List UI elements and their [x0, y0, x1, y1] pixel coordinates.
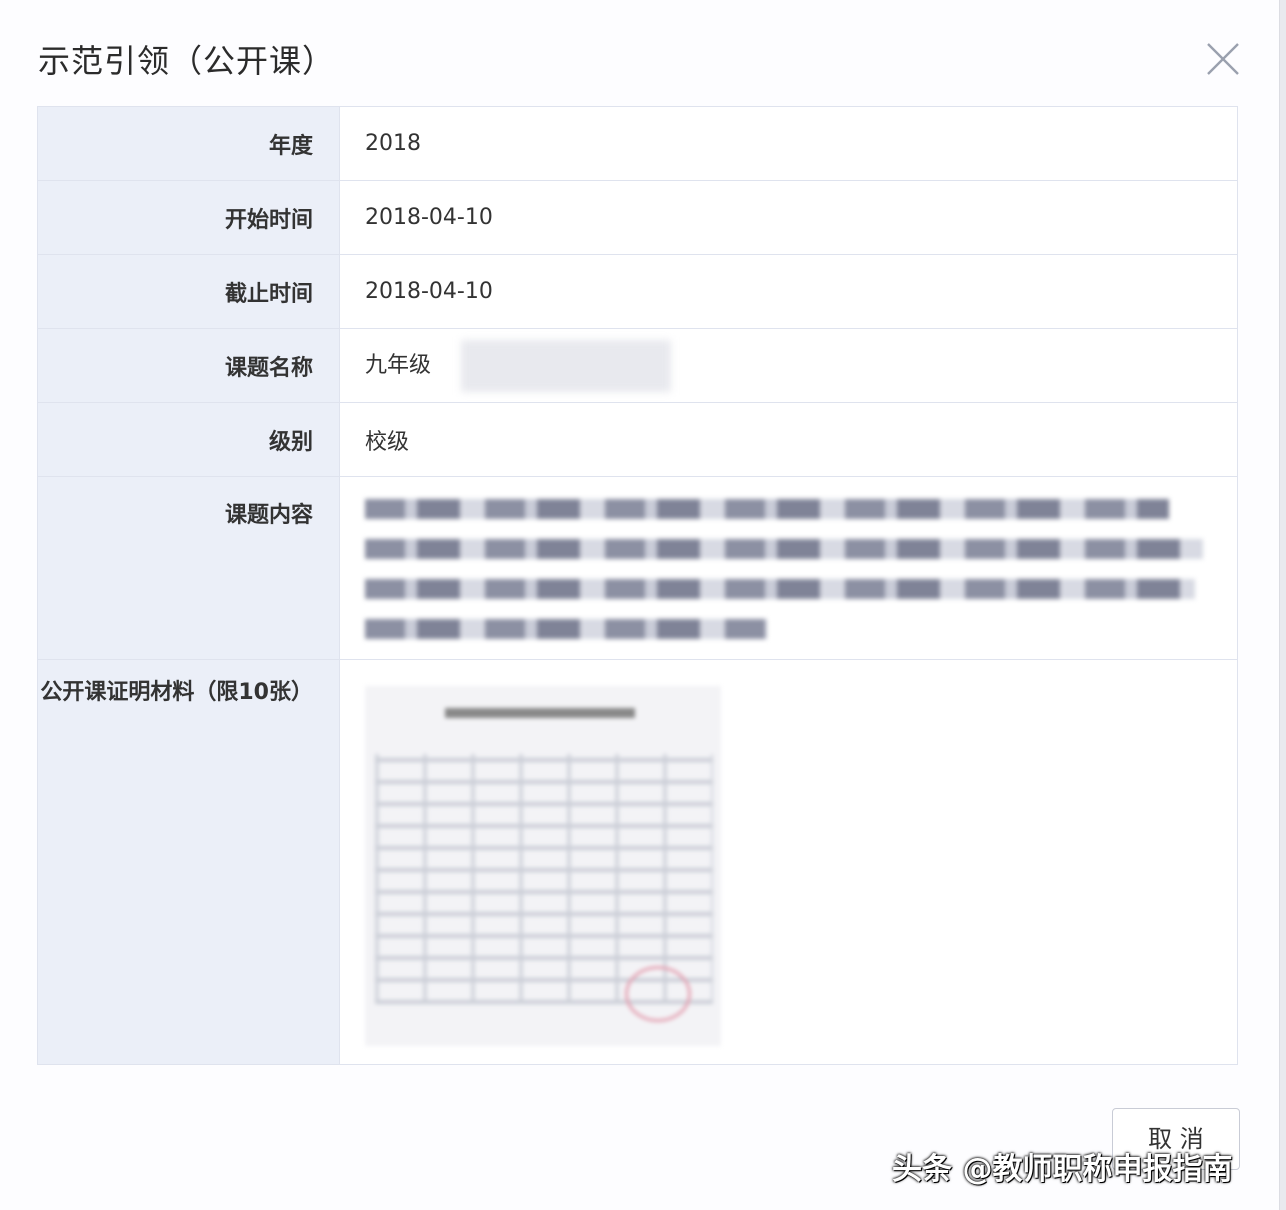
end-time-label: 截止时间: [37, 254, 340, 329]
watermark-text: 头条 @教师职称申报指南: [892, 1152, 1233, 1187]
background-page-edge: [1279, 0, 1286, 1210]
certificate-thumbnail[interactable]: [365, 686, 721, 1046]
topic-label: 课题名称: [37, 328, 340, 403]
row-material: 公开课证明材料（限10张）: [37, 659, 1238, 1065]
row-topic: 课题名称 九年级: [37, 328, 1238, 403]
level-value: 校级: [339, 402, 1238, 477]
end-time-value: 2018-04-10: [339, 254, 1238, 329]
start-time-label: 开始时间: [37, 180, 340, 255]
topic-value-cell: 九年级: [339, 328, 1238, 403]
close-button[interactable]: [1200, 36, 1246, 82]
level-label: 级别: [37, 402, 340, 477]
topic-value: 九年级: [365, 352, 432, 378]
year-value: 2018: [339, 106, 1238, 181]
material-value: [339, 659, 1238, 1065]
dialog-title: 示范引领（公开课）: [38, 42, 336, 80]
material-label: 公开课证明材料（限10张）: [37, 659, 340, 1065]
content-value: [339, 476, 1238, 660]
year-label: 年度: [37, 106, 340, 181]
row-start-time: 开始时间 2018-04-10: [37, 180, 1238, 255]
content-label: 课题内容: [37, 476, 340, 660]
start-time-value: 2018-04-10: [339, 180, 1238, 255]
row-year: 年度 2018: [37, 106, 1238, 181]
row-end-time: 截止时间 2018-04-10: [37, 254, 1238, 329]
redacted-block: [461, 339, 672, 392]
row-content: 课题内容: [37, 476, 1238, 660]
redacted-text: [365, 477, 1237, 639]
row-level: 级别 校级: [37, 402, 1238, 477]
detail-table: 年度 2018 开始时间 2018-04-10 截止时间 2018-04-10 …: [37, 106, 1238, 1065]
close-icon: [1207, 43, 1239, 75]
